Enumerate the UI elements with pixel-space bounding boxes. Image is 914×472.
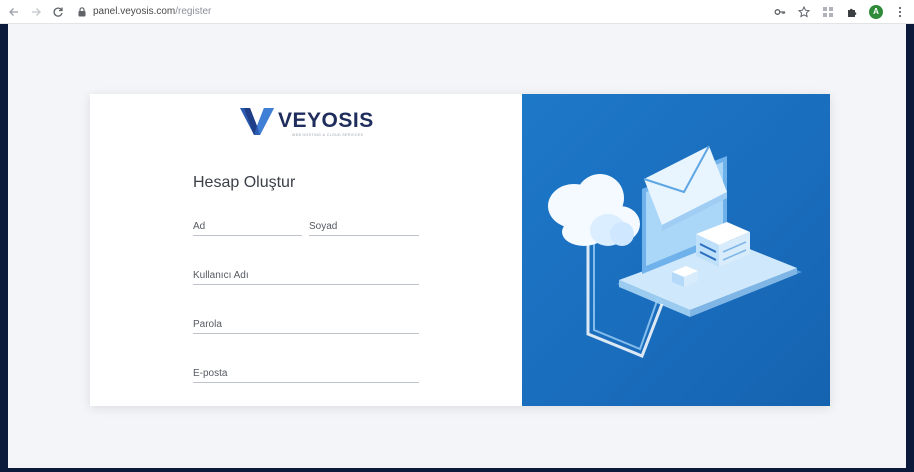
page-viewport: VEYOSIS WEB HOSTING & CLOUD SERVICES Hes…	[8, 24, 906, 468]
veyosis-logo-icon	[240, 108, 274, 135]
forward-arrow-icon[interactable]	[28, 4, 44, 20]
brand-name: VEYOSIS	[278, 109, 374, 132]
register-form-panel: VEYOSIS WEB HOSTING & CLOUD SERVICES Hes…	[90, 94, 522, 406]
password-field[interactable]	[193, 318, 419, 334]
key-icon[interactable]	[772, 4, 788, 20]
lock-icon	[78, 6, 88, 18]
kebab-menu-icon[interactable]	[892, 4, 908, 20]
reload-icon[interactable]	[50, 4, 66, 20]
hero-illustration-panel	[522, 94, 830, 406]
address-bar[interactable]: panel.veyosis.com/register	[78, 3, 211, 21]
last-name-field[interactable]	[309, 220, 419, 236]
page-title: Hesap Oluştur	[193, 174, 296, 191]
avatar-initial: A	[869, 4, 883, 19]
first-name-field[interactable]	[193, 220, 302, 236]
grid-extension-icon[interactable]	[820, 4, 836, 20]
puzzle-icon[interactable]	[844, 4, 860, 20]
username-field[interactable]	[193, 269, 419, 285]
url-text: panel.veyosis.com/register	[93, 6, 211, 17]
url-host: panel.veyosis.com	[93, 6, 176, 17]
url-path: /register	[175, 6, 212, 17]
register-card: VEYOSIS WEB HOSTING & CLOUD SERVICES Hes…	[90, 94, 830, 406]
email-field[interactable]	[193, 367, 419, 383]
back-arrow-icon[interactable]	[6, 4, 22, 20]
brand-logo: VEYOSIS WEB HOSTING & CLOUD SERVICES	[240, 106, 374, 137]
browser-toolbar: panel.veyosis.com/register A	[0, 0, 914, 24]
brand-tagline: WEB HOSTING & CLOUD SERVICES	[292, 133, 364, 137]
profile-avatar[interactable]: A	[868, 4, 884, 20]
cloud-email-illustration	[548, 145, 802, 358]
star-icon[interactable]	[796, 4, 812, 20]
